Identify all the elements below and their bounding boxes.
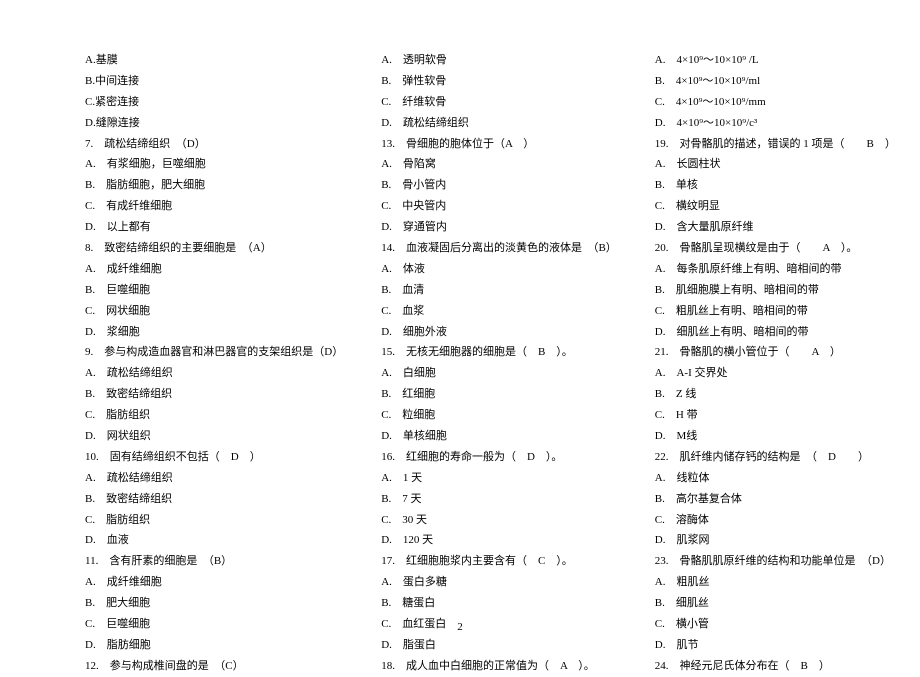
text-line: C. 粗肌丝上有明、暗相间的带 <box>655 301 896 322</box>
text-line: B. 肥大细胞 <box>85 593 343 614</box>
text-line: B. 骨小管内 <box>381 175 617 196</box>
text-line: 20. 骨骼肌呈现横纹是由于（ A ）。 <box>655 238 896 259</box>
text-line: D. 以上都有 <box>85 217 343 238</box>
text-line: A. 体液 <box>381 259 617 280</box>
text-line: A. 透明软骨 <box>381 50 617 71</box>
text-line: C. 粒细胞 <box>381 405 617 426</box>
text-line: C. 脂肪组织 <box>85 405 343 426</box>
text-line: B. 单核 <box>655 175 896 196</box>
text-line: A. 骨陷窝 <box>381 154 617 175</box>
text-line: A. 4×10⁹～10×10⁹ /L <box>655 50 896 71</box>
text-line: B. 肌细胞膜上有明、暗相间的带 <box>655 280 896 301</box>
text-line: 23. 骨骼肌肌原纤维的结构和功能单位是 （D） <box>655 551 896 572</box>
text-line: 17. 红细胞胞浆内主要含有（ C ）。 <box>381 551 617 572</box>
text-line: B. 血清 <box>381 280 617 301</box>
text-line: B. 4×10⁹～10×10⁹/ml <box>655 71 896 92</box>
text-line: B. 高尔基复合体 <box>655 489 896 510</box>
column-1: A.基膜 B.中间连接 C.紧密连接 D.缝隙连接 7. 疏松结缔组织 （D） … <box>85 50 343 677</box>
text-line: D. 浆细胞 <box>85 322 343 343</box>
text-line: A. 长圆柱状 <box>655 154 896 175</box>
text-line: 15. 无核无细胞器的细胞是（ B ）。 <box>381 342 617 363</box>
text-line: C. 纤维软骨 <box>381 92 617 113</box>
text-line: A. 成纤维细胞 <box>85 572 343 593</box>
text-line: 19. 对骨骼肌的描述，错误的 1 项是（ B ） <box>655 134 896 155</box>
text-line: B. 7 天 <box>381 489 617 510</box>
text-line: D. 单核细胞 <box>381 426 617 447</box>
text-line: C. 横纹明显 <box>655 196 896 217</box>
text-line: D. 细胞外液 <box>381 322 617 343</box>
text-line: B. 致密结缔组织 <box>85 384 343 405</box>
text-line: A. 线粒体 <box>655 468 896 489</box>
text-line: 13. 骨细胞的胞体位于（A ） <box>381 134 617 155</box>
text-line: 12. 参与构成椎间盘的是 （C） <box>85 656 343 677</box>
text-line: A. 白细胞 <box>381 363 617 384</box>
text-line: A. 1 天 <box>381 468 617 489</box>
text-line: C. H 带 <box>655 405 896 426</box>
text-line: D. 肌节 <box>655 635 896 656</box>
columns-container: A.基膜 B.中间连接 C.紧密连接 D.缝隙连接 7. 疏松结缔组织 （D） … <box>85 50 875 677</box>
text-line: D. 网状组织 <box>85 426 343 447</box>
text-line: B. 巨噬细胞 <box>85 280 343 301</box>
text-line: D. 肌浆网 <box>655 530 896 551</box>
text-line: C. 血浆 <box>381 301 617 322</box>
text-line: 9. 参与构成造血器官和淋巴器官的支架组织是（D） <box>85 342 343 363</box>
text-line: B. 弹性软骨 <box>381 71 617 92</box>
text-line: D. 细肌丝上有明、暗相间的带 <box>655 322 896 343</box>
page: A.基膜 B.中间连接 C.紧密连接 D.缝隙连接 7. 疏松结缔组织 （D） … <box>0 0 920 650</box>
text-line: D. 120 天 <box>381 530 617 551</box>
text-line: C. 网状细胞 <box>85 301 343 322</box>
text-line: 10. 固有结缔组织不包括（ D ） <box>85 447 343 468</box>
text-line: C. 有成纤维细胞 <box>85 196 343 217</box>
text-line: 24. 神经元尼氏体分布在（ B ） <box>655 656 896 677</box>
text-line: D. 血液 <box>85 530 343 551</box>
text-line: B. 细肌丝 <box>655 593 896 614</box>
text-line: D. 含大量肌原纤维 <box>655 217 896 238</box>
text-line: 14. 血液凝固后分离出的淡黄色的液体是 （B） <box>381 238 617 259</box>
column-3: A. 4×10⁹～10×10⁹ /L B. 4×10⁹～10×10⁹/ml C.… <box>655 50 896 677</box>
text-line: D. 疏松结缔组织 <box>381 113 617 134</box>
text-line: D. 脂肪细胞 <box>85 635 343 656</box>
text-line: D.缝隙连接 <box>85 113 343 134</box>
text-line: 7. 疏松结缔组织 （D） <box>85 134 343 155</box>
text-line: C. 中央管内 <box>381 196 617 217</box>
text-line: B. 红细胞 <box>381 384 617 405</box>
text-line: C. 30 天 <box>381 510 617 531</box>
text-line: B. 脂肪细胞，肥大细胞 <box>85 175 343 196</box>
text-line: B.中间连接 <box>85 71 343 92</box>
text-line: A. 每条肌原纤维上有明、暗相间的带 <box>655 259 896 280</box>
text-line: 11. 含有肝素的细胞是 （B） <box>85 551 343 572</box>
column-2: A. 透明软骨 B. 弹性软骨 C. 纤维软骨 D. 疏松结缔组织 13. 骨细… <box>381 50 617 677</box>
text-line: 18. 成人血中白细胞的正常值为（ A ）。 <box>381 656 617 677</box>
text-line: A. 成纤维细胞 <box>85 259 343 280</box>
text-line: 16. 红细胞的寿命一般为（ D ）。 <box>381 447 617 468</box>
text-line: A.基膜 <box>85 50 343 71</box>
text-line: A. A-I 交界处 <box>655 363 896 384</box>
text-line: 22. 肌纤维内储存钙的结构是 （ D ） <box>655 447 896 468</box>
text-line: 21. 骨骼肌的横小管位于（ A ） <box>655 342 896 363</box>
text-line: A. 有浆细胞，巨噬细胞 <box>85 154 343 175</box>
text-line: C.紧密连接 <box>85 92 343 113</box>
text-line: D. 穿通管内 <box>381 217 617 238</box>
text-line: C. 脂肪组织 <box>85 510 343 531</box>
text-line: D. M线 <box>655 426 896 447</box>
text-line: B. 糖蛋白 <box>381 593 617 614</box>
text-line: 8. 致密结缔组织的主要细胞是 （A） <box>85 238 343 259</box>
text-line: A. 疏松结缔组织 <box>85 468 343 489</box>
text-line: B. 致密结缔组织 <box>85 489 343 510</box>
text-line: D. 4×10⁹～10×10⁹/c³ <box>655 113 896 134</box>
text-line: C. 4×10⁹～10×10⁹/mm <box>655 92 896 113</box>
text-line: A. 疏松结缔组织 <box>85 363 343 384</box>
text-line: B. Z 线 <box>655 384 896 405</box>
text-line: A. 粗肌丝 <box>655 572 896 593</box>
text-line: C. 溶酶体 <box>655 510 896 531</box>
page-number: 2 <box>0 617 920 638</box>
text-line: A. 蛋白多糖 <box>381 572 617 593</box>
text-line: D. 脂蛋白 <box>381 635 617 656</box>
